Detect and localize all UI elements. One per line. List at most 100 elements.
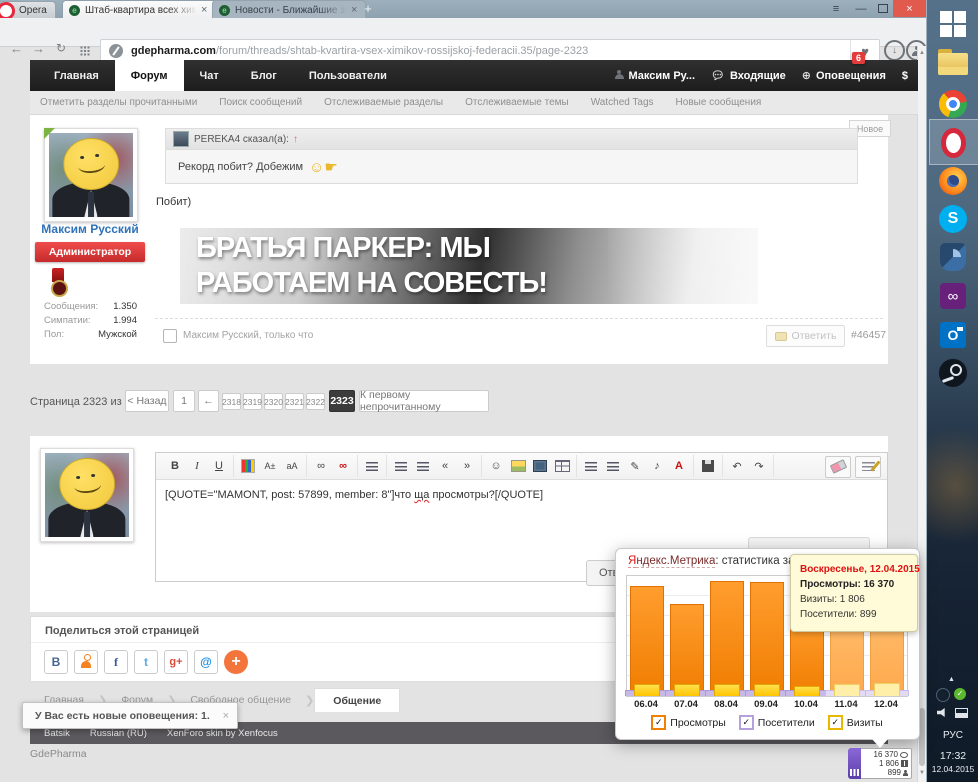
nav-tab-Главная[interactable]: Главная [38, 60, 115, 91]
chart-bar-visits-07.04[interactable] [674, 684, 700, 696]
pagination-page-1[interactable]: 1 [173, 390, 195, 412]
nav-tab-Форум[interactable]: Форум [115, 60, 184, 91]
legend-checkbox[interactable]: ✓ [739, 715, 754, 730]
footer-link[interactable]: Russian (RU) [90, 728, 147, 739]
pagination-prev-arrow[interactable]: ← [198, 390, 219, 412]
nav-tab-Чат[interactable]: Чат [184, 60, 235, 91]
tray-date[interactable]: 12.04.2015 [927, 764, 978, 774]
quote-jump-link[interactable]: ↑ [293, 134, 298, 145]
subnav-link[interactable]: Отслеживаемые темы [465, 97, 569, 108]
chart-bar-visits-12.04[interactable] [874, 683, 900, 696]
subnav-link[interactable]: Поиск сообщений [219, 97, 302, 108]
back-button[interactable]: ← [10, 41, 23, 56]
toolbar-smilies-button[interactable]: ☺ [486, 456, 506, 476]
post-author-name[interactable]: Максим Русский [34, 222, 146, 236]
chart-bar-visits-09.04[interactable] [754, 684, 780, 696]
tab-close-icon[interactable]: × [201, 4, 207, 16]
legend-checkbox[interactable]: ✓ [651, 715, 666, 730]
post-meta-text[interactable]: Максим Русский, только что [183, 330, 313, 341]
subnav-link[interactable]: Новые сообщения [676, 97, 762, 108]
network-icon[interactable] [955, 708, 968, 718]
nav-inbox-link[interactable]: 💬︎Входящие [711, 69, 786, 82]
toolbar-code-block-button[interactable] [603, 456, 623, 476]
toolbar-bold-button[interactable]: B [165, 456, 185, 476]
post-reply-button[interactable]: Ответить [766, 325, 845, 347]
nav-user-link[interactable]: Максим Ру... [615, 70, 696, 82]
taskbar-visual-studio-icon[interactable]: ∞ [935, 278, 971, 314]
chart-bar-visits-10.04[interactable] [794, 686, 820, 696]
nav-tab-Пользователи[interactable]: Пользователи [293, 60, 403, 91]
share-facebook-button[interactable]: f [104, 650, 128, 674]
tray-expand-icon[interactable]: ▲ [948, 676, 955, 683]
share-more-button[interactable]: + [224, 650, 248, 674]
chart-bar-views-08.04[interactable] [710, 581, 744, 696]
toolbar-quote-block-button[interactable] [581, 456, 601, 476]
speed-dial-icon[interactable] [80, 46, 90, 56]
tray-language[interactable]: РУС [927, 730, 978, 741]
toolbar-list-bulleted-button[interactable] [391, 456, 411, 476]
nav-currency-link[interactable]: $ [902, 70, 908, 82]
opera-menu-button[interactable]: Opera [0, 1, 56, 19]
share-vk-button[interactable]: B [44, 650, 68, 674]
taskbar-chrome-icon[interactable] [935, 86, 971, 122]
window-close-button[interactable]: × [893, 0, 926, 17]
volume-icon[interactable] [937, 708, 948, 717]
site-badge-icon[interactable] [109, 44, 123, 58]
pagination-page-2320[interactable]: 2320 [264, 393, 283, 410]
toolbar-list-numbered-button[interactable] [413, 456, 433, 476]
pagination-page-2318[interactable]: 2318 [222, 393, 241, 410]
toolbar-outdent-button[interactable]: « [435, 456, 455, 476]
toolbar-font-family-button[interactable]: aA [282, 456, 302, 476]
chart-bar-views-09.04[interactable] [750, 582, 784, 696]
taskbar-steam-icon[interactable] [935, 355, 971, 391]
downloads-icon[interactable]: ↓ [884, 40, 905, 61]
toolbar-font-size-button[interactable]: A± [260, 456, 280, 476]
toolbar-insert-music-button[interactable]: ♪ [647, 456, 667, 476]
tab-close-icon[interactable]: × [351, 4, 357, 16]
metrika-informer[interactable]: 16 370 1 806 899 [848, 748, 912, 779]
toolbar-insert-link-button[interactable]: ∞ [311, 456, 331, 476]
toast-close-icon[interactable]: × [223, 710, 229, 722]
post-select-checkbox[interactable] [163, 329, 177, 343]
scroll-down-arrow[interactable]: ▼ [919, 770, 925, 776]
toolbar-redo-button[interactable]: ↷ [749, 456, 769, 476]
tab-menu-icon[interactable]: ≡ [826, 0, 846, 17]
legend-checkbox[interactable]: ✓ [828, 715, 843, 730]
toolbar-text-color-button[interactable] [238, 456, 258, 476]
toolbar-insert-image-button[interactable] [508, 456, 528, 476]
reload-button[interactable]: ↻ [56, 41, 66, 55]
post-id[interactable]: #46457 [851, 329, 886, 341]
toolbar-draw-button[interactable]: ✎ [625, 456, 645, 476]
toolbar-unlink-button[interactable]: ∞ [333, 456, 353, 476]
taskbar-outlook-icon[interactable]: O [935, 317, 971, 353]
toolbar-italic-button[interactable]: I [187, 456, 207, 476]
forward-button[interactable]: → [32, 41, 45, 56]
subnav-link[interactable]: Watched Tags [591, 97, 654, 108]
chart-bar-views-07.04[interactable] [670, 604, 704, 696]
toolbar-remove-format-button[interactable]: A [669, 456, 689, 476]
toolbar-underline-button[interactable]: U [209, 456, 229, 476]
pagination-back[interactable]: < Назад [125, 390, 169, 412]
breadcrumb-active-tab[interactable]: Общение [314, 688, 400, 712]
metrika-link[interactable]: ндекс.Метрика [636, 555, 715, 568]
share-mail-ru-button[interactable]: @ [194, 650, 218, 674]
nav-tab-Блог[interactable]: Блог [235, 60, 293, 91]
user-avatar[interactable] [44, 128, 138, 222]
toolbar-alignment-button[interactable] [362, 456, 382, 476]
tray-steam-icon[interactable] [936, 688, 950, 702]
chart-bar-visits-06.04[interactable] [634, 684, 660, 696]
toolbar-toggle-editor-button[interactable] [855, 456, 881, 478]
editor-text[interactable]: [QUOTE="MAMONT, post: 57899, member: 8"]… [165, 489, 875, 501]
pagination-current-page[interactable]: 2323 [329, 390, 355, 412]
taskbar-opera-icon[interactable] [935, 125, 971, 161]
taskbar-security-app-icon[interactable] [935, 239, 971, 275]
toolbar-eraser-button[interactable] [825, 456, 851, 478]
tray-antivirus-icon[interactable]: ✓ [954, 688, 966, 700]
taskbar-file-explorer-icon[interactable] [935, 46, 971, 82]
share-odnoklassniki-button[interactable] [74, 650, 98, 674]
chart-bar-visits-11.04[interactable] [834, 684, 860, 696]
scroll-up-arrow[interactable]: ▲ [919, 50, 925, 56]
footer-link[interactable]: XenForo skin by Xenfocus [167, 728, 278, 739]
toolbar-undo-button[interactable]: ↶ [727, 456, 747, 476]
toolbar-save-draft-button[interactable] [698, 456, 718, 476]
